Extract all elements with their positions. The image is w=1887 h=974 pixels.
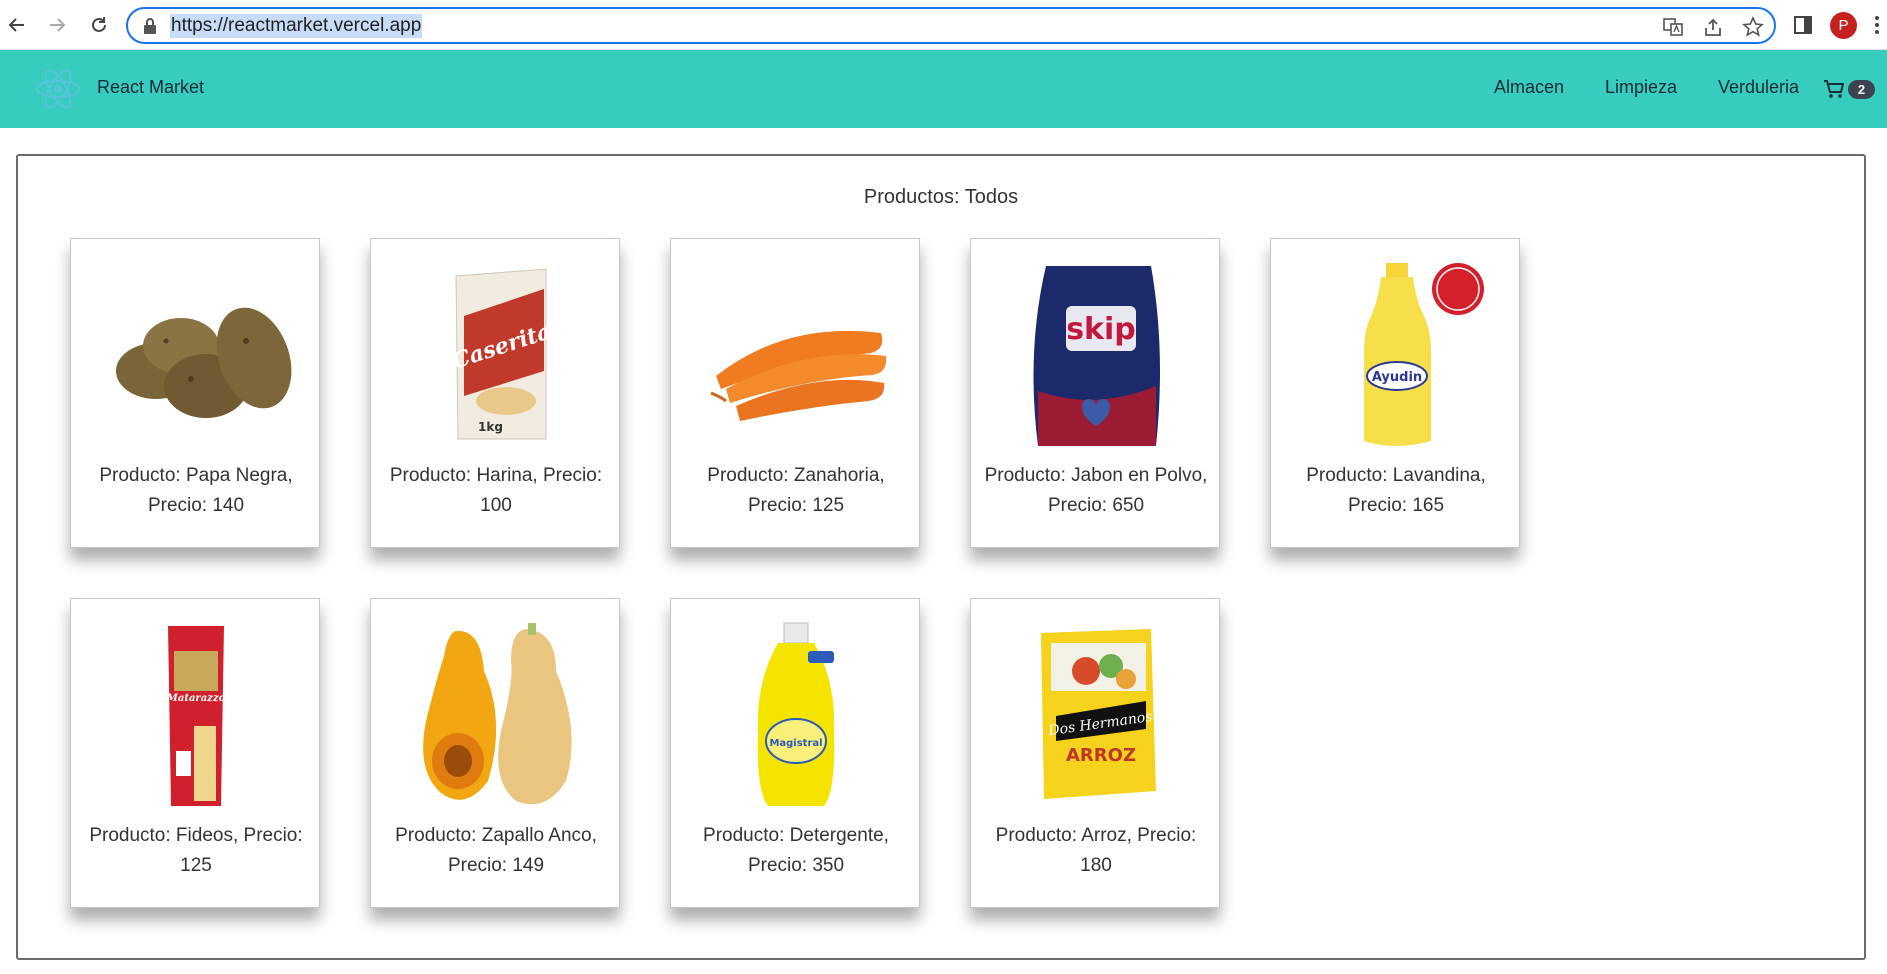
product-card-harina[interactable]: Caserita 1kg Producto: Harina, Precio: 1… <box>370 238 620 548</box>
cart-count-badge: 2 <box>1848 80 1875 99</box>
address-bar[interactable]: https://reactmarket.vercel.app <box>126 7 1776 44</box>
product-caption: Producto: Zanahoria, Precio: 125 <box>707 465 885 516</box>
product-card-detergente[interactable]: Magistral Producto: Detergente, Precio: … <box>670 598 920 908</box>
product-caption: Producto: Arroz, Precio: 180 <box>995 825 1197 876</box>
dish-detergent-image: Magistral <box>696 621 896 811</box>
side-panel-icon[interactable] <box>1790 12 1816 38</box>
nav-link-almacen[interactable]: Almacen <box>1494 77 1564 98</box>
section-title: Productos: Todos <box>863 186 1019 208</box>
detergent-brand-text: Magistral <box>769 738 822 749</box>
product-caption: Producto: Zapallo Anco, Precio: 149 <box>395 825 597 876</box>
menu-kebab-icon[interactable] <box>1870 12 1884 38</box>
product-caption: Producto: Harina, Precio: 100 <box>389 465 603 516</box>
nav-link-limpieza[interactable]: Limpieza <box>1605 77 1677 98</box>
product-card-papa[interactable]: Producto: Papa Negra, Precio: 140 <box>70 238 320 548</box>
product-caption: Producto: Lavandina, Precio: 165 <box>1306 465 1486 516</box>
rice-box-image: Dos Hermanos ARROZ <box>996 621 1196 811</box>
profile-avatar[interactable]: P <box>1830 12 1857 39</box>
back-icon[interactable] <box>2 10 32 40</box>
svg-text:1kg: 1kg <box>478 420 503 434</box>
pasta-package-image: Matarazzo <box>96 621 296 811</box>
skip-brand-text: skip <box>1066 312 1136 347</box>
product-card-lavandina[interactable]: Ayudin Producto: Lavandina, Precio: 165 <box>1270 238 1520 548</box>
star-icon[interactable] <box>1742 16 1764 38</box>
brand-title[interactable]: React Market <box>97 77 204 98</box>
skip-bag-image: skip <box>996 261 1196 451</box>
lock-icon <box>144 18 156 34</box>
product-caption: Producto: Fideos, Precio: 125 <box>89 825 303 876</box>
browser-toolbar: https://reactmarket.vercel.app P <box>0 0 1887 50</box>
cart-icon[interactable] <box>1823 78 1845 100</box>
app-navbar: React Market Almacen Limpieza Verduleria… <box>0 50 1887 128</box>
product-card-arroz[interactable]: Dos Hermanos ARROZ Producto: Arroz, Prec… <box>970 598 1220 908</box>
flour-bag-image: Caserita 1kg <box>396 261 596 451</box>
product-card-zapallo[interactable]: Producto: Zapallo Anco, Precio: 149 <box>370 598 620 908</box>
products-container: Productos: Todos Producto: Papa Negra, P… <box>16 154 1866 960</box>
svg-text:ARROZ: ARROZ <box>1066 745 1136 766</box>
pasta-brand-text: Matarazzo <box>166 693 226 704</box>
bleach-bottle-image: Ayudin <box>1296 261 1496 451</box>
product-card-fideos[interactable]: Matarazzo Producto: Fideos, Precio: 125 <box>70 598 320 908</box>
reload-icon[interactable] <box>84 10 114 40</box>
nav-link-verduleria[interactable]: Verduleria <box>1718 77 1799 98</box>
product-caption: Producto: Papa Negra, Precio: 140 <box>99 465 293 516</box>
bleach-brand-text: Ayudin <box>1372 370 1422 385</box>
squash-image <box>396 621 596 811</box>
product-caption: Producto: Detergente, Precio: 350 <box>703 825 889 876</box>
product-card-zanahoria[interactable]: Producto: Zanahoria, Precio: 125 <box>670 238 920 548</box>
react-logo-icon[interactable] <box>34 65 82 113</box>
potato-image <box>96 261 296 451</box>
share-icon[interactable] <box>1702 16 1724 38</box>
forward-icon[interactable] <box>42 10 72 40</box>
url-text[interactable]: https://reactmarket.vercel.app <box>170 14 423 38</box>
carrots-image <box>696 261 896 451</box>
product-caption: Producto: Jabon en Polvo, Precio: 650 <box>984 465 1208 516</box>
product-card-jabon[interactable]: skip Producto: Jabon en Polvo, Precio: 6… <box>970 238 1220 548</box>
translate-icon[interactable] <box>1662 16 1684 38</box>
